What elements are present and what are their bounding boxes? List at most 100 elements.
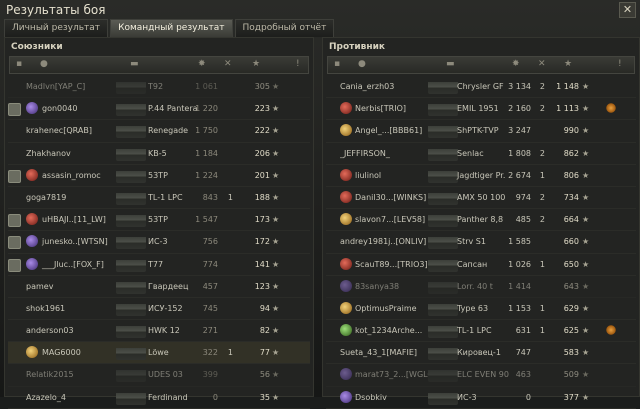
player-name[interactable]: gon0040 <box>26 98 118 119</box>
player-name[interactable]: Madlvn[YAP_C] <box>26 76 118 97</box>
player-name[interactable]: Danil30...[WINKS] <box>340 187 436 208</box>
player-column-icon[interactable]: ● <box>358 59 366 69</box>
ally-row[interactable]: junesko..[WTSN] ИС-3 756 172 ★ <box>8 231 310 254</box>
enemy-row[interactable]: andrey1981j..[ONLIV] Strv S1 1 585 660 ★ <box>326 231 636 254</box>
ally-row[interactable]: assasin_romoc 53TP 1 224 201 ★ <box>8 165 310 187</box>
platoon-icon <box>8 103 21 117</box>
medal-glyph-icon <box>604 101 618 116</box>
enemy-row[interactable]: 83sanya38 Lorr. 40 t 1 414 643 ★ <box>326 276 636 298</box>
damage-column-icon[interactable]: ✸ <box>198 59 206 69</box>
xp-value: 643 <box>563 281 579 291</box>
enemy-row[interactable]: OptimusPraime Type 63 1 153 1 629 ★ <box>326 298 636 321</box>
player-name[interactable]: ScauT89...[TRIO3] <box>340 254 436 275</box>
player-column-icon[interactable]: ● <box>40 59 48 69</box>
player-name[interactable]: _JEFFIRSON_ <box>340 143 436 164</box>
star-icon: ★ <box>582 259 590 269</box>
tank-silhouette-icon <box>428 344 458 361</box>
player-name[interactable]: Sueta_43_1[MAFIE] <box>340 342 436 363</box>
tank-column-icon[interactable]: ▬ <box>446 59 455 69</box>
player-name[interactable]: kot_1234Arche... <box>340 320 436 341</box>
player-name[interactable]: Cania_erzh03 <box>340 76 436 97</box>
tank-name: Ferdinand <box>148 392 188 402</box>
tank-icon <box>116 322 146 339</box>
platoon-column-icon[interactable]: ▪ <box>334 59 340 69</box>
xp-value: 664 <box>563 215 579 225</box>
enemy-row[interactable]: marat73_2...[WGLOM] ELC EVEN 90 463 509 ★ <box>326 364 636 387</box>
xp-value: 82 <box>259 326 270 336</box>
tab-team-result[interactable]: Командный результат <box>110 19 233 37</box>
player-name[interactable]: pamev <box>26 276 118 297</box>
player-name[interactable]: Azazelo_4 <box>26 387 118 408</box>
enemy-row[interactable]: Dsobkiv ИС-3 0 377 ★ <box>326 387 636 409</box>
tank-silhouette-icon <box>116 322 146 339</box>
tab-personal-result[interactable]: Личный результат <box>4 19 109 37</box>
enemy-row[interactable]: kot_1234Arche... TL-1 LPC 631 1 625 ★ <box>326 320 636 343</box>
ally-row[interactable]: Zhakhanov KB-5 1 184 206 ★ <box>8 143 310 165</box>
player-name[interactable]: junesko..[WTSN] <box>26 231 118 252</box>
ally-row[interactable]: MAG6000 Löwe 322 1 77 ★ <box>8 342 310 365</box>
tank-name: EMIL 1951 <box>457 104 499 114</box>
player-name[interactable]: MAG6000 <box>26 342 118 363</box>
frags-column-icon[interactable]: ✕ <box>224 59 232 69</box>
player-name[interactable]: anderson03 <box>26 320 118 341</box>
player-name[interactable]: Nerbis[TRIO] <box>340 98 436 119</box>
player-name[interactable]: Relatik2015 <box>26 364 118 385</box>
damage-value: 1 585 <box>508 237 531 247</box>
player-name[interactable]: uHBAJI..[11_LW] <box>26 209 118 230</box>
tank-column-icon[interactable]: ▬ <box>130 59 139 69</box>
enemy-row[interactable]: ScauT89...[TRIO3] Сапсан 1 026 1 650 ★ <box>326 254 636 276</box>
ally-row[interactable]: anderson03 HWK 12 271 82 ★ <box>8 320 310 343</box>
player-name[interactable]: krahenec[QRAB] <box>26 120 118 141</box>
xp-value: 141 <box>254 259 270 269</box>
status-column-icon[interactable]: ! <box>618 59 622 69</box>
ally-row[interactable]: gon0040 P.44 Pantera 1 220 223 ★ <box>8 98 310 121</box>
enemy-row[interactable]: Danil30...[WINKS] AMX 50 100 974 2 734 ★ <box>326 187 636 210</box>
frags-value: 2 <box>539 82 545 91</box>
enemy-row[interactable]: liulinol Jagdtiger Pr. 2 674 1 806 ★ <box>326 165 636 187</box>
tank-icon <box>428 344 458 361</box>
ally-row[interactable]: shok1961 ИСУ-152 745 94 ★ <box>8 298 310 321</box>
star-icon: ★ <box>582 237 590 247</box>
tab-detailed-report[interactable]: Подробный отчёт <box>234 19 335 37</box>
platoon-icon <box>8 214 21 228</box>
xp-column-icon[interactable]: ★ <box>564 59 572 69</box>
player-name[interactable]: goga7819 <box>26 187 118 208</box>
enemy-row[interactable]: slavon7...[LEV58] Panther 8,8 485 2 664 ★ <box>326 209 636 232</box>
enemy-row[interactable]: Nerbis[TRIO] EMIL 1951 2 160 2 1 113 ★ <box>326 98 636 121</box>
player-name[interactable]: Angel_...[BBB61] <box>340 120 436 141</box>
player-name[interactable]: ___Jluc..[FOX_F] <box>26 254 118 275</box>
platoon-column-icon[interactable]: ▪ <box>16 59 22 69</box>
player-name[interactable]: andrey1981j..[ONLIV] <box>340 231 436 252</box>
ally-row[interactable]: uHBAJI..[11_LW] 53TP 1 547 173 ★ <box>8 209 310 232</box>
tank-silhouette-icon <box>116 122 146 139</box>
xp-column-icon[interactable]: ★ <box>252 59 260 69</box>
ally-row[interactable]: Relatik2015 UDES 03 399 56 ★ <box>8 364 310 387</box>
player-name[interactable]: Dsobkiv <box>340 387 436 408</box>
ally-row[interactable]: Azazelo_4 Ferdinand 0 35 ★ <box>8 387 310 409</box>
ally-row[interactable]: goga7819 TL-1 LPC 843 1 188 ★ <box>8 187 310 210</box>
frags-value: 1 <box>539 170 545 180</box>
player-name[interactable]: slavon7...[LEV58] <box>340 209 436 230</box>
ally-row[interactable]: krahenec[QRAB] Renegade 1 750 222 ★ <box>8 120 310 143</box>
enemy-row[interactable]: Cania_erzh03 Chrysler GF 3 134 2 1 148 ★ <box>326 76 636 99</box>
ally-row[interactable]: pamev Гвардеец 457 123 ★ <box>8 276 310 298</box>
enemy-row[interactable]: Sueta_43_1[MAFIE] Кировец-1 747 583 ★ <box>326 342 636 365</box>
damage-column-icon[interactable]: ✸ <box>512 59 520 69</box>
player-name[interactable]: liulinol <box>340 165 436 186</box>
player-name[interactable]: assasin_romoc <box>26 165 118 186</box>
ally-row[interactable]: ___Jluc..[FOX_F] T77 774 141 ★ <box>8 254 310 276</box>
player-name[interactable]: Zhakhanov <box>26 143 118 164</box>
close-button[interactable]: ✕ <box>619 2 636 18</box>
player-badge-icon <box>26 168 38 181</box>
tank-silhouette-icon <box>116 366 146 383</box>
battle-results-window: Результаты боя ✕ Личный результат Команд… <box>0 0 640 409</box>
ally-row[interactable]: Madlvn[YAP_C] T92 1 061 305 ★ <box>8 76 310 99</box>
player-name[interactable]: shok1961 <box>26 298 118 319</box>
player-name[interactable]: marat73_2...[WGLOM] <box>340 364 436 385</box>
player-name[interactable]: 83sanya38 <box>340 276 436 297</box>
status-column-icon[interactable]: ! <box>296 59 300 69</box>
player-name[interactable]: OptimusPraime <box>340 298 436 319</box>
frags-column-icon[interactable]: ✕ <box>538 59 546 69</box>
enemy-row[interactable]: _JEFFIRSON_ Senlac 1 808 2 862 ★ <box>326 143 636 165</box>
enemy-row[interactable]: Angel_...[BBB61] ShPTK-TVP 3 247 990 ★ <box>326 120 636 143</box>
